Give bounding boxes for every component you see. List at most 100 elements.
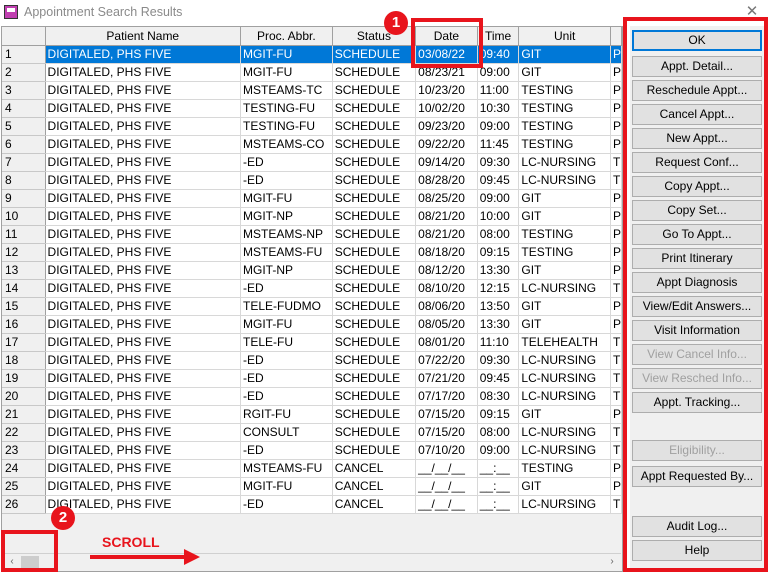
table-row[interactable]: 7 DIGITALED, PHS FIVE -ED SCHEDULE 09/14/20 0… [2, 153, 622, 172]
cell-name: DIGITALED, PHS FIVE [45, 117, 242, 136]
cell-status: SCHEDULE [332, 423, 417, 442]
table-row[interactable]: 1 DIGITALED, PHS FIVE MGIT-FU SCHEDULE 03/08… [2, 45, 622, 64]
table-row[interactable]: 13 DIGITALED, PHS FIVE MGIT-NP SCHEDULE 08/1… [2, 261, 622, 280]
scroll-right-icon[interactable]: › [605, 555, 619, 569]
cell-date: 07/22/20 [415, 351, 478, 370]
cell-time: 10:30 [477, 99, 520, 118]
cell-unit: TESTING [518, 225, 611, 244]
cell-time: 13:30 [477, 315, 520, 334]
cell-date: 08/21/20 [415, 225, 478, 244]
cell-status: SCHEDULE [332, 171, 417, 190]
cell-status: SCHEDULE [332, 261, 417, 280]
cell-num: 8 [2, 171, 46, 190]
table-row[interactable]: 15 DIGITALED, PHS FIVE TELE-FUDMO SCHEDULE 0… [2, 297, 622, 316]
cell-name: DIGITALED, PHS FIVE [45, 297, 242, 316]
window-title: Appointment Search Results [24, 5, 183, 19]
table-row[interactable]: 25 DIGITALED, PHS FIVE MGIT-FU CANCEL __/__/… [2, 477, 622, 496]
cell-extra: T [610, 423, 622, 442]
column-header-num[interactable] [2, 27, 46, 46]
cell-status: SCHEDULE [332, 243, 417, 262]
annotation-buttons-highlight [623, 17, 768, 572]
cell-name: DIGITALED, PHS FIVE [45, 477, 242, 496]
cell-num: 1 [2, 45, 46, 64]
table-row[interactable]: 20 DIGITALED, PHS FIVE -ED SCHEDULE 07/17/20… [2, 387, 622, 406]
cell-proc: TELE-FU [240, 333, 333, 352]
table-row[interactable]: 17 DIGITALED, PHS FIVE TELE-FU SCHEDULE 08/0… [2, 333, 622, 352]
table-row[interactable]: 12 DIGITALED, PHS FIVE MSTEAMS-FU SCHEDULE 0… [2, 243, 622, 262]
table-row[interactable]: 8 DIGITALED, PHS FIVE -ED SCHEDULE 08/28/20 0… [2, 171, 622, 190]
cell-time: 10:00 [477, 207, 520, 226]
table-row[interactable]: 11 DIGITALED, PHS FIVE MSTEAMS-NP SCHEDULE 0… [2, 225, 622, 244]
cell-time: 11:00 [477, 81, 520, 100]
table-row[interactable]: 21 DIGITALED, PHS FIVE RGIT-FU SCHEDULE 07/1… [2, 405, 622, 424]
cell-extra: P [610, 99, 622, 118]
table-row[interactable]: 3 DIGITALED, PHS FIVE MSTEAMS-TC SCHEDULE 10… [2, 81, 622, 100]
cell-proc: -ED [240, 495, 333, 514]
cell-status: SCHEDULE [332, 225, 417, 244]
cell-date: 07/15/20 [415, 405, 478, 424]
column-header-extra[interactable] [610, 27, 622, 46]
cell-name: DIGITALED, PHS FIVE [45, 225, 242, 244]
cell-time: 09:00 [477, 117, 520, 136]
cell-status: SCHEDULE [332, 405, 417, 424]
cell-name: DIGITALED, PHS FIVE [45, 99, 242, 118]
table-row[interactable]: 14 DIGITALED, PHS FIVE -ED SCHEDULE 08/10/20… [2, 279, 622, 298]
cell-extra: T [610, 441, 622, 460]
cell-date: 08/01/20 [415, 333, 478, 352]
cell-num: 2 [2, 63, 46, 82]
table-row[interactable]: 26 DIGITALED, PHS FIVE -ED CANCEL __/__/__ __… [2, 495, 622, 514]
table-row[interactable]: 19 DIGITALED, PHS FIVE -ED SCHEDULE 07/21/20… [2, 369, 622, 388]
cell-name: DIGITALED, PHS FIVE [45, 351, 242, 370]
cell-time: 09:00 [477, 63, 520, 82]
column-header-time[interactable]: Time [477, 27, 520, 46]
table-row[interactable]: 10 DIGITALED, PHS FIVE MGIT-NP SCHEDULE 08/2… [2, 207, 622, 226]
cell-time: 08:00 [477, 423, 520, 442]
cell-time: 13:30 [477, 261, 520, 280]
cell-date: 08/21/20 [415, 207, 478, 226]
cell-time: 11:45 [477, 135, 520, 154]
cell-num: 23 [2, 441, 46, 460]
cell-date: 07/21/20 [415, 369, 478, 388]
cell-num: 26 [2, 495, 46, 514]
app-icon [4, 5, 18, 19]
cell-name: DIGITALED, PHS FIVE [45, 261, 242, 280]
cell-time: 08:00 [477, 225, 520, 244]
cell-name: DIGITALED, PHS FIVE [45, 387, 242, 406]
table-row[interactable]: 18 DIGITALED, PHS FIVE -ED SCHEDULE 07/22/20… [2, 351, 622, 370]
cell-name: DIGITALED, PHS FIVE [45, 279, 242, 298]
table-row[interactable]: 4 DIGITALED, PHS FIVE TESTING-FU SCHEDULE 10… [2, 99, 622, 118]
cell-time: 09:45 [477, 171, 520, 190]
column-header-proc[interactable]: Proc. Abbr. [240, 27, 333, 46]
cell-num: 10 [2, 207, 46, 226]
cell-time: 13:50 [477, 297, 520, 316]
cell-unit: TESTING [518, 117, 611, 136]
cell-date: 08/10/20 [415, 279, 478, 298]
cell-extra: P [610, 207, 622, 226]
column-header-unit[interactable]: Unit [518, 27, 611, 46]
cell-unit: GIT [518, 297, 611, 316]
cell-date: 08/06/20 [415, 297, 478, 316]
cell-num: 19 [2, 369, 46, 388]
cell-unit: GIT [518, 189, 611, 208]
table-row[interactable]: 9 DIGITALED, PHS FIVE MGIT-FU SCHEDULE 08/25… [2, 189, 622, 208]
table-row[interactable]: 16 DIGITALED, PHS FIVE MGIT-FU SCHEDULE 08/0… [2, 315, 622, 334]
cell-proc: MSTEAMS-TC [240, 81, 333, 100]
cell-unit: TELEHEALTH [518, 333, 611, 352]
table-row[interactable]: 23 DIGITALED, PHS FIVE -ED SCHEDULE 07/10/20… [2, 441, 622, 460]
table-row[interactable]: 24 DIGITALED, PHS FIVE MSTEAMS-FU CANCEL __/… [2, 459, 622, 478]
cell-date: __/__/__ [415, 477, 478, 496]
column-header-name[interactable]: Patient Name [45, 27, 242, 46]
cell-unit: TESTING [518, 459, 611, 478]
table-row[interactable]: 22 DIGITALED, PHS FIVE CONSULT SCHEDULE 07/1… [2, 423, 622, 442]
table-row[interactable]: 6 DIGITALED, PHS FIVE MSTEAMS-CO SCHEDULE 09… [2, 135, 622, 154]
cell-extra: P [610, 225, 622, 244]
cell-date: 08/18/20 [415, 243, 478, 262]
cell-unit: TESTING [518, 243, 611, 262]
cell-date: __/__/__ [415, 459, 478, 478]
table-row[interactable]: 2 DIGITALED, PHS FIVE MGIT-FU SCHEDULE 08/23… [2, 63, 622, 82]
cell-date: __/__/__ [415, 495, 478, 514]
cell-proc: CONSULT [240, 423, 333, 442]
table-row[interactable]: 5 DIGITALED, PHS FIVE TESTING-FU SCHEDULE 09… [2, 117, 622, 136]
cell-proc: -ED [240, 369, 333, 388]
cell-unit: TESTING [518, 135, 611, 154]
